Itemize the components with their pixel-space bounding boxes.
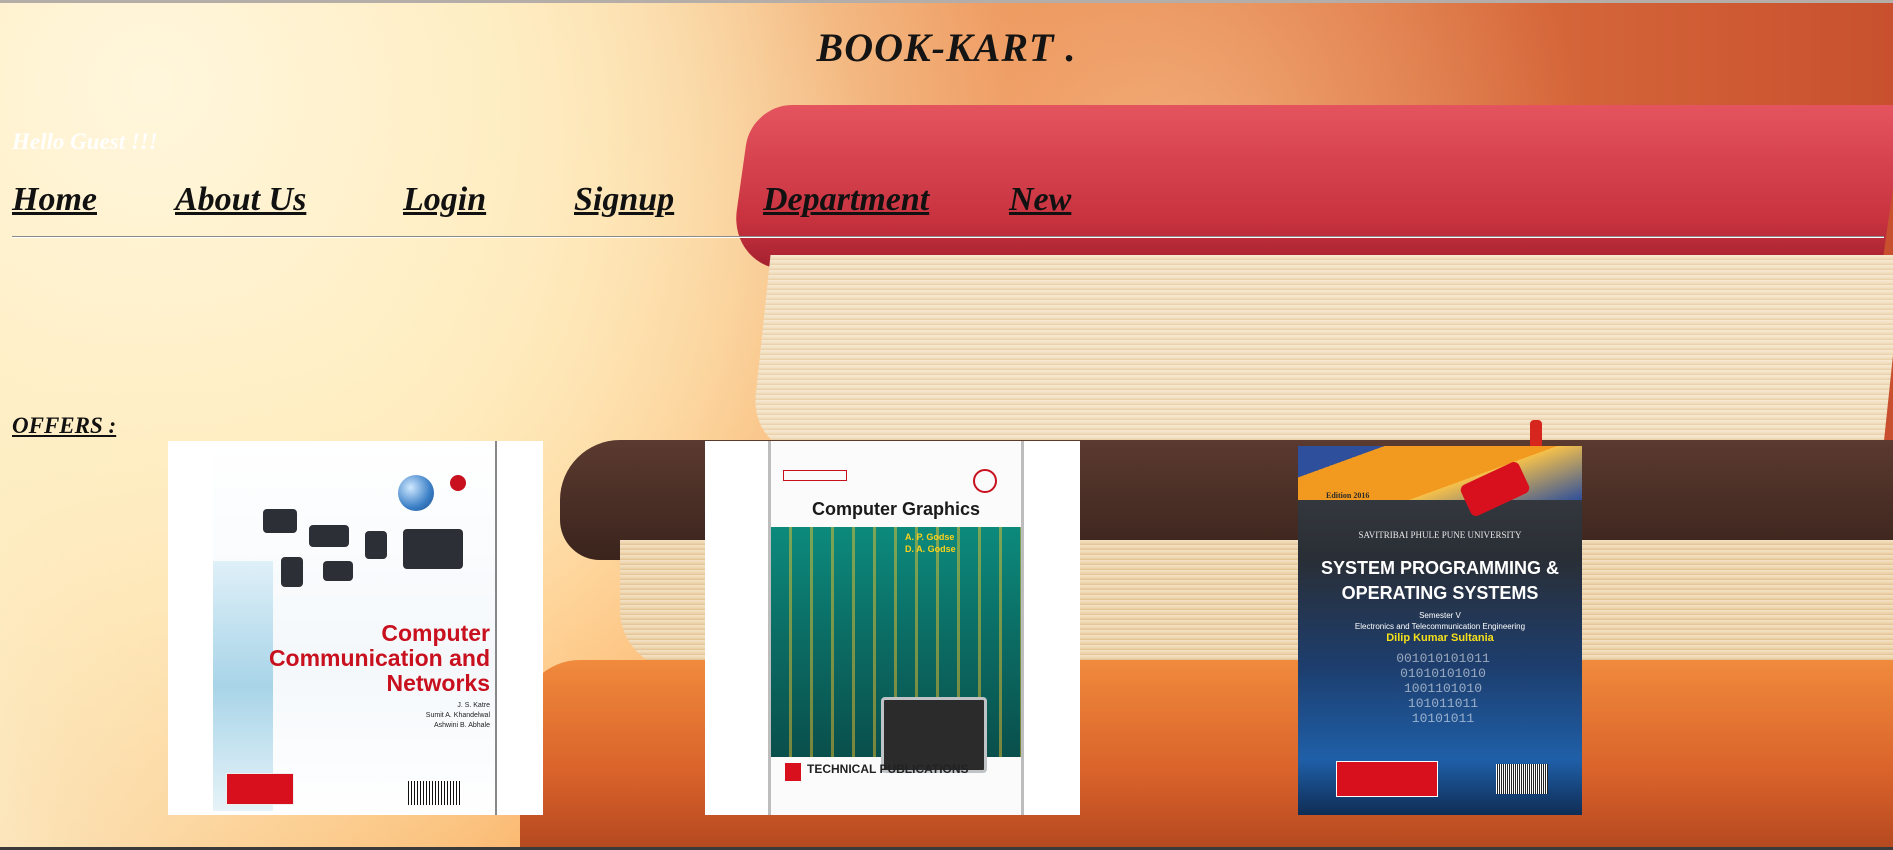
book-2-title: Computer Graphics — [811, 499, 981, 519]
network-devices-illustration — [263, 471, 463, 587]
page-content: BOOK-KART . Hello Guest !!! Home About U… — [0, 0, 1893, 850]
book-2-publisher: TECHNICAL PUBLICATIONS — [807, 762, 969, 776]
barcode — [408, 781, 462, 805]
book-1-authors: J. S. Katre Sumit A. Khandelwal Ashwini … — [425, 702, 490, 729]
offer-book-cover-2[interactable]: Computer Graphics A. P. Godse D. A. Gods… — [705, 441, 1080, 815]
book-3-title: SYSTEM PROGRAMMING & OPERATING SYSTEMS — [1320, 558, 1559, 603]
site-title: BOOK-KART . — [816, 25, 1077, 70]
nav-about-us-link[interactable]: About Us — [175, 181, 306, 219]
publisher-logo — [1336, 761, 1438, 797]
globe-icon — [398, 475, 434, 511]
edition-tag — [783, 470, 847, 481]
book-3-university: SAVITRIBAI PHULE PUNE UNIVERSITY — [1358, 530, 1522, 540]
book-3-semester: Semester V Electronics and Telecommunica… — [1354, 611, 1526, 631]
book-1-title: Computer Communication and Networks — [268, 620, 490, 696]
nav-login-link[interactable]: Login — [403, 181, 486, 219]
book-badge — [450, 475, 466, 491]
binary-pattern: 001010101011 01010101010 1001101010 1010110… — [1396, 651, 1490, 726]
greeting-text: Hello Guest !!! — [12, 129, 158, 154]
nav-department-link[interactable]: Department — [763, 181, 929, 219]
barcode — [1496, 764, 1548, 794]
nav-divider — [12, 236, 1884, 238]
nav-signup-link[interactable]: Signup — [574, 181, 674, 219]
university-stamp-icon — [973, 469, 997, 493]
publisher-logo — [226, 773, 294, 805]
offers-label: OFFERS : — [12, 413, 117, 438]
nav-home-link[interactable]: Home — [12, 181, 97, 219]
nav-new-link[interactable]: New — [1009, 181, 1071, 219]
book-3-edition: Edition 2016 — [1326, 491, 1370, 500]
book-3-author: Dilip Kumar Sultania — [1386, 632, 1494, 644]
circuit-illustration — [771, 527, 1021, 773]
publisher-logo — [785, 763, 801, 781]
offer-book-cover-3[interactable]: Edition 2016 SAVITRIBAI PHULE PUNE UNIVE… — [1298, 446, 1582, 815]
book-2-authors: A. P. Godse D. A. Godse — [905, 532, 956, 554]
offer-book-cover-1[interactable]: Computer Communication and Networks J. S… — [168, 441, 543, 815]
